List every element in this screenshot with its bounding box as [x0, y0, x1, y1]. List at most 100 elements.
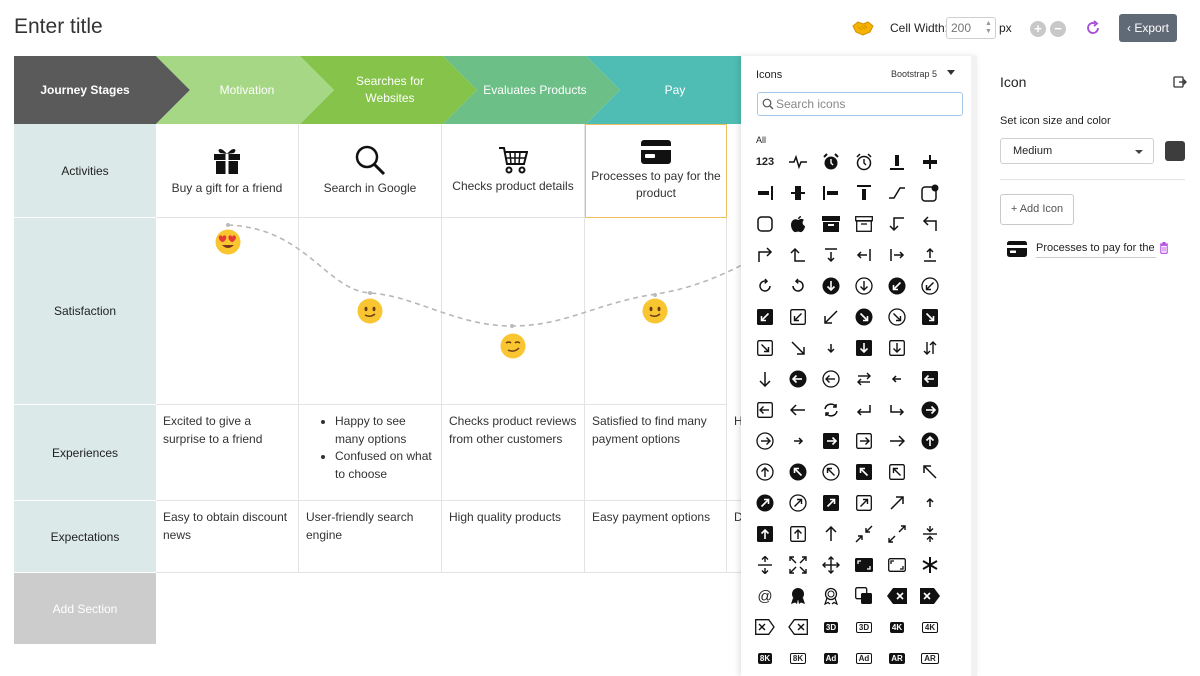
map-title[interactable]: Enter title	[14, 15, 103, 39]
refresh-icon[interactable]	[1084, 19, 1102, 37]
arrow-down-left-icon[interactable]	[819, 305, 843, 329]
experience-cell[interactable]: Checks product reviews from other custom…	[442, 405, 585, 501]
arrow-down-short-icon[interactable]	[819, 336, 843, 360]
apple-icon[interactable]	[786, 212, 810, 236]
arrow-right-square-icon[interactable]	[852, 429, 876, 453]
app-indicator-icon[interactable]	[918, 181, 942, 205]
add-section-button[interactable]: Add Section	[14, 573, 156, 644]
icon-library-select[interactable]: Bootstrap 5	[891, 69, 937, 79]
arrow-right-circle-fill-icon[interactable]	[918, 398, 942, 422]
arrow-bar-down-icon[interactable]	[819, 243, 843, 267]
align-bottom-icon[interactable]	[885, 150, 909, 174]
alarm-fill-icon[interactable]	[819, 150, 843, 174]
arrow-down-square-fill-icon[interactable]	[852, 336, 876, 360]
badge-8k-icon[interactable]: 8K	[786, 646, 810, 670]
app-icon[interactable]	[753, 212, 777, 236]
arrow-up-short-icon[interactable]	[918, 491, 942, 515]
arrow-down-right-circle-fill-icon[interactable]	[852, 305, 876, 329]
align-start-icon[interactable]	[819, 181, 843, 205]
stage-motivation[interactable]: Motivation	[176, 56, 318, 124]
arrow-bar-left-icon[interactable]	[852, 243, 876, 267]
arrow-right-short-icon[interactable]	[786, 429, 810, 453]
award-fill-icon[interactable]	[786, 584, 810, 608]
arrow-left-circle-fill-icon[interactable]	[786, 367, 810, 391]
backspace-icon[interactable]	[786, 615, 810, 639]
backspace-fill-icon[interactable]	[885, 584, 909, 608]
expectation-cell[interactable]: Easy to obtain discount news	[156, 501, 299, 573]
stage-evaluates-products[interactable]: Evaluates Products	[470, 56, 600, 124]
arrow-down-left-square-icon[interactable]	[786, 305, 810, 329]
arrow-return-left-icon[interactable]	[852, 398, 876, 422]
arrow-left-right-icon[interactable]	[852, 367, 876, 391]
experience-cell[interactable]: Satisfied to find many payment options	[585, 405, 727, 501]
badge-3d-fill-icon[interactable]: 3D	[819, 615, 843, 639]
close-panel-icon[interactable]	[1173, 75, 1187, 89]
badge-ar-icon[interactable]: AR	[918, 646, 942, 670]
arrow-return-right-icon[interactable]	[885, 398, 909, 422]
smiling-emoji-icon[interactable]	[642, 298, 668, 324]
align-center-icon[interactable]	[918, 150, 942, 174]
experience-cell[interactable]: Happy to see many options Confused on wh…	[299, 405, 442, 501]
smirking-emoji-icon[interactable]	[500, 333, 526, 359]
arrow-down-left-square-fill-icon[interactable]	[753, 305, 777, 329]
arrow-right-icon[interactable]	[885, 429, 909, 453]
icon-size-select[interactable]: Medium	[1000, 138, 1154, 164]
heart-eyes-emoji-icon[interactable]	[215, 229, 241, 255]
badge-4k-icon[interactable]: 4K	[918, 615, 942, 639]
arrow-90deg-up-icon[interactable]	[786, 243, 810, 267]
arrow-down-circle-icon[interactable]	[852, 274, 876, 298]
arrows-move-icon[interactable]	[819, 553, 843, 577]
activity-cell-selected[interactable]: Processes to pay for the product	[585, 124, 727, 218]
arrow-left-icon[interactable]	[786, 398, 810, 422]
badge-ad-icon[interactable]: Ad	[852, 646, 876, 670]
arrow-up-right-square-icon[interactable]	[852, 491, 876, 515]
arrow-up-right-circle-icon[interactable]	[786, 491, 810, 515]
arrow-down-icon[interactable]	[753, 367, 777, 391]
arrow-up-left-circle-icon[interactable]	[819, 460, 843, 484]
arrow-up-square-icon[interactable]	[786, 522, 810, 546]
arrow-down-up-icon[interactable]	[918, 336, 942, 360]
arrows-expand-icon[interactable]	[753, 553, 777, 577]
arrow-down-right-icon[interactable]	[786, 336, 810, 360]
expectation-cell[interactable]: High quality products	[442, 501, 585, 573]
align-middle-icon[interactable]	[786, 181, 810, 205]
award-icon[interactable]	[819, 584, 843, 608]
export-button[interactable]: ‹ Export	[1119, 14, 1177, 42]
arrow-up-right-square-fill-icon[interactable]	[819, 491, 843, 515]
archive-icon[interactable]	[852, 212, 876, 236]
icon-color-swatch[interactable]	[1165, 141, 1185, 161]
arrow-up-left-square-icon[interactable]	[885, 460, 909, 484]
arrow-left-circle-icon[interactable]	[819, 367, 843, 391]
aspect-ratio-fill-icon[interactable]	[852, 553, 876, 577]
experience-cell[interactable]: Excited to give a surprise to a friend	[156, 405, 299, 501]
alarm-icon[interactable]	[852, 150, 876, 174]
add-icon-button[interactable]: + Add Icon	[1000, 194, 1074, 225]
alt-icon[interactable]	[885, 181, 909, 205]
expectation-cell[interactable]: User-friendly search engine	[299, 501, 442, 573]
arrow-down-right-circle-icon[interactable]	[885, 305, 909, 329]
arrow-90deg-left-icon[interactable]	[918, 212, 942, 236]
asterisk-icon[interactable]	[918, 553, 942, 577]
stage-searches-for-websites[interactable]: Searches for Websites	[334, 56, 446, 124]
backspace-reverse-fill-icon[interactable]	[918, 584, 942, 608]
arrow-right-square-fill-icon[interactable]	[819, 429, 843, 453]
arrow-counterclockwise-icon[interactable]	[786, 274, 810, 298]
badge-8k-fill-icon[interactable]: 8K	[753, 646, 777, 670]
activity-cell[interactable]: Buy a gift for a friend	[156, 124, 299, 218]
arrow-down-right-square-fill-icon[interactable]	[918, 305, 942, 329]
backspace-reverse-icon[interactable]	[753, 615, 777, 639]
cell-width-spinner[interactable]: ▲ ▼	[984, 20, 993, 36]
handshake-icon[interactable]	[852, 18, 874, 38]
badge-ar-fill-icon[interactable]: AR	[885, 646, 909, 670]
arrows-collapse-icon[interactable]	[918, 522, 942, 546]
arrow-down-right-square-icon[interactable]	[753, 336, 777, 360]
at-icon[interactable]: @	[753, 584, 777, 608]
aspect-ratio-icon[interactable]	[885, 553, 909, 577]
archive-fill-icon[interactable]	[819, 212, 843, 236]
arrow-clockwise-icon[interactable]	[753, 274, 777, 298]
arrow-up-square-fill-icon[interactable]	[753, 522, 777, 546]
cell-width-input[interactable]: 200 ▲ ▼	[946, 17, 996, 39]
arrow-up-right-icon[interactable]	[885, 491, 909, 515]
arrows-angle-expand-icon[interactable]	[885, 522, 909, 546]
smiling-emoji-icon[interactable]	[357, 298, 383, 324]
